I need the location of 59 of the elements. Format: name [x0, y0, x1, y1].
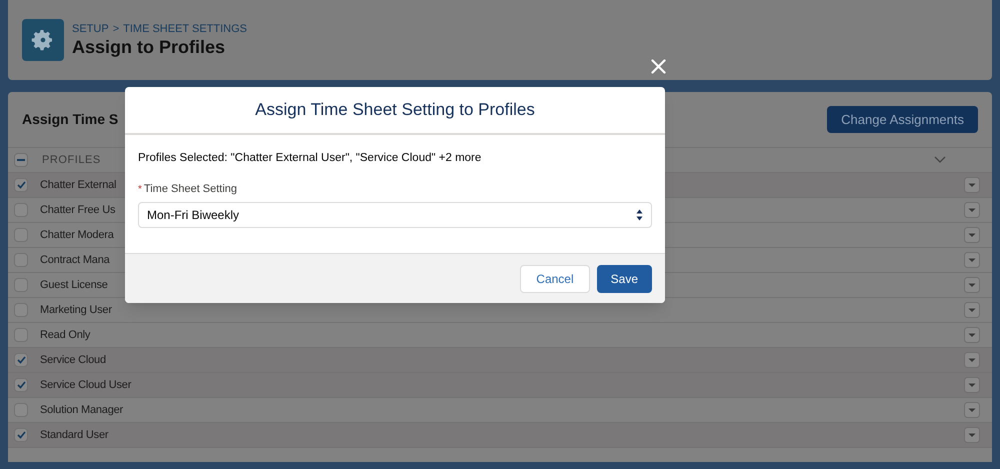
dropdown-icon[interactable] [964, 377, 980, 393]
profile-name: Service Cloud User [40, 378, 132, 393]
field-label: Time Sheet Setting [144, 182, 238, 198]
profile-name: Chatter Modera [40, 228, 114, 243]
select-all-checkbox[interactable] [14, 153, 28, 167]
profile-name: Standard User [40, 428, 108, 443]
profile-row[interactable]: Standard User [8, 422, 992, 447]
dropdown-icon[interactable] [964, 202, 980, 218]
profile-name: Chatter External [40, 178, 116, 193]
checkmark-icon [16, 181, 26, 189]
row-checkbox[interactable] [14, 203, 28, 217]
row-checkbox[interactable] [14, 228, 28, 242]
dropdown-icon[interactable] [964, 302, 980, 318]
setting-select[interactable]: Mon-Fri Biweekly [138, 202, 652, 228]
row-checkbox[interactable] [14, 403, 28, 417]
row-checkbox[interactable] [14, 178, 28, 192]
settings-icon [22, 19, 64, 61]
profile-name: Service Cloud [40, 352, 106, 368]
dropdown-icon[interactable] [964, 252, 980, 268]
row-checkbox[interactable] [14, 253, 28, 267]
dropdown-icon[interactable] [964, 227, 980, 243]
selection-summary: Profiles Selected: "Chatter External User", "Service Cloud" +2 more [138, 151, 482, 166]
card-title: Assign Time S [22, 110, 118, 129]
change-assignments-button[interactable]: Change Assignments [827, 106, 978, 133]
dropdown-icon[interactable] [964, 402, 980, 418]
dropdown-icon[interactable] [964, 177, 980, 193]
required-marker: * [138, 183, 142, 197]
breadcrumb-link[interactable]: SETUP [72, 22, 109, 36]
row-checkbox[interactable] [14, 378, 28, 392]
row-checkbox[interactable] [14, 428, 28, 442]
checkmark-icon [16, 381, 26, 389]
checkmark-icon [16, 356, 26, 364]
row-checkbox[interactable] [14, 328, 28, 342]
close-icon[interactable] [651, 59, 666, 74]
chevron-down-icon[interactable] [934, 156, 946, 164]
row-checkbox[interactable] [14, 303, 28, 317]
breadcrumb-separator: > [112, 22, 120, 36]
page-title: Assign to Profiles [72, 36, 226, 58]
profile-name: Chatter Free Us [40, 202, 116, 218]
cancel-button[interactable]: Cancel [520, 264, 590, 292]
row-checkbox[interactable] [14, 353, 28, 367]
spinner-arrows-icon [636, 208, 643, 221]
profile-name: Guest License [40, 278, 108, 293]
row-checkbox[interactable] [14, 278, 28, 292]
dropdown-icon[interactable] [964, 427, 980, 443]
modal-title: Assign Time Sheet Setting to Profiles [255, 99, 535, 122]
save-button[interactable]: Save [596, 264, 652, 292]
column-header: PROFILES [42, 152, 101, 168]
profile-name: Contract Mana [40, 252, 110, 268]
dropdown-icon[interactable] [964, 327, 980, 343]
dropdown-icon[interactable] [964, 277, 980, 293]
profile-row[interactable]: Service Cloud User [8, 372, 992, 397]
profile-row[interactable]: Service Cloud [8, 347, 992, 372]
profile-name: Marketing User [40, 302, 112, 318]
profile-name: Solution Manager [40, 402, 124, 418]
breadcrumb-link[interactable]: TIME SHEET SETTINGS [123, 22, 247, 36]
checkmark-icon [16, 431, 26, 439]
dropdown-icon[interactable] [964, 352, 980, 368]
profile-name: Read Only [40, 328, 90, 343]
